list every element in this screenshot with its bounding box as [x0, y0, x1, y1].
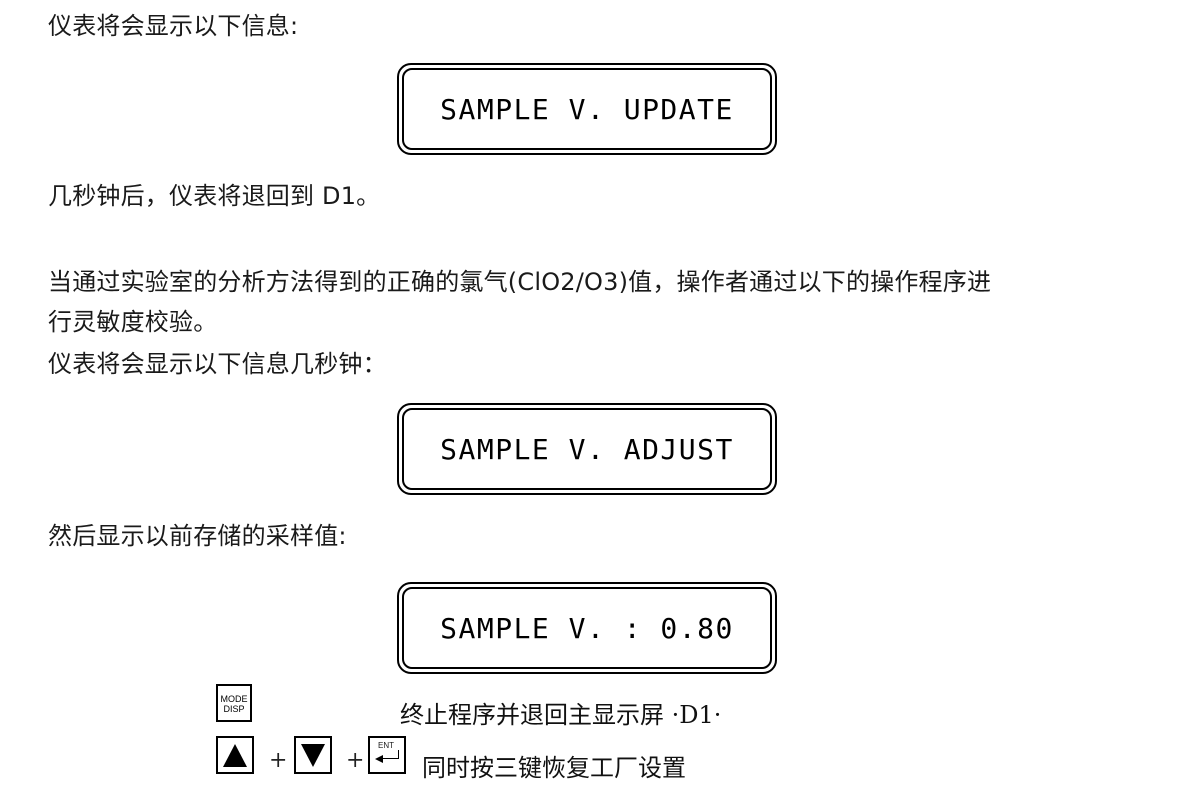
enter-key-icon: ENT	[368, 736, 406, 774]
plus-sign: +	[346, 748, 365, 773]
factory-reset-description: 同时按三键恢复工厂设置	[422, 754, 686, 782]
calibration-text-line1: 当通过实验室的分析方法得到的正确的氯气(ClO2/O3)值，操作者通过以下的操作…	[48, 268, 992, 296]
mode-disp-key-icon: MODE DISP	[216, 684, 252, 722]
down-arrow-key-icon	[294, 736, 332, 774]
lcd-text: SAMPLE V. UPDATE	[440, 92, 734, 126]
lcd-text: SAMPLE V. ADJUST	[440, 432, 734, 466]
return-text: 几秒钟后，仪表将退回到 D1。	[48, 182, 381, 210]
up-triangle-icon	[223, 744, 247, 767]
stored-value-text: 然后显示以前存储的采样值:	[48, 522, 347, 550]
lcd-display-update: SAMPLE V. UPDATE	[397, 63, 777, 155]
mode-key-description: 终止程序并退回主显示屏 ·D1·	[400, 701, 722, 729]
up-arrow-key-icon	[216, 736, 254, 774]
mode-key-label: MODE	[220, 694, 248, 704]
disp-key-label: DISP	[223, 704, 245, 714]
lcd-text: SAMPLE V. : 0.80	[440, 611, 734, 645]
plus-sign: +	[269, 748, 288, 773]
intro-text: 仪表将会显示以下信息:	[48, 12, 299, 40]
ent-key-label: ENT	[378, 741, 394, 750]
lcd-display-adjust: SAMPLE V. ADJUST	[397, 403, 777, 495]
lcd-display-sample-value: SAMPLE V. : 0.80	[397, 582, 777, 674]
enter-arrow-icon	[375, 755, 383, 763]
calibration-text-line2: 行灵敏度校验。	[48, 308, 218, 336]
down-triangle-icon	[301, 744, 325, 767]
display-info-text: 仪表将会显示以下信息几秒钟：	[48, 350, 387, 378]
